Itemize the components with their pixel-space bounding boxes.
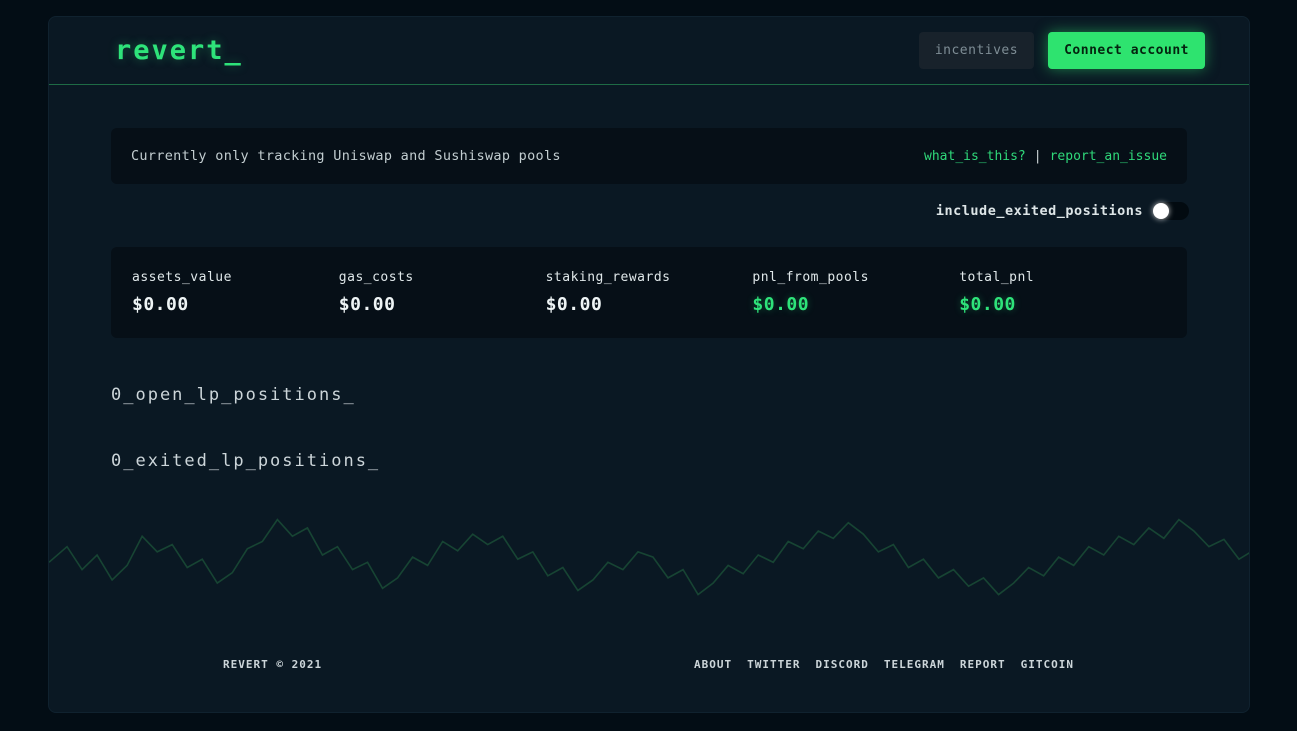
footer-link-gitcoin[interactable]: GITCOIN bbox=[1021, 658, 1074, 671]
stat-total-pnl: total_pnl $0.00 bbox=[959, 270, 1166, 315]
stat-label: staking_rewards bbox=[546, 270, 753, 285]
decorative-line-chart bbox=[49, 505, 1250, 630]
footer-links: ABOUT TWITTER DISCORD TELEGRAM REPORT GI… bbox=[694, 658, 1074, 671]
stat-label: gas_costs bbox=[339, 270, 546, 285]
footer-link-twitter[interactable]: TWITTER bbox=[747, 658, 800, 671]
stat-pnl-from-pools: pnl_from_pools $0.00 bbox=[752, 270, 959, 315]
footer-copyright: REVERT © 2021 bbox=[223, 658, 322, 671]
report-an-issue-link[interactable]: report_an_issue bbox=[1050, 149, 1167, 164]
stat-value: $0.00 bbox=[959, 294, 1166, 315]
stats-card: assets_value $0.00 gas_costs $0.00 staki… bbox=[111, 247, 1187, 338]
footer: REVERT © 2021 ABOUT TWITTER DISCORD TELE… bbox=[49, 658, 1249, 672]
stat-value: $0.00 bbox=[132, 294, 339, 315]
footer-link-about[interactable]: ABOUT bbox=[694, 658, 732, 671]
include-exited-positions-toggle[interactable] bbox=[1153, 202, 1189, 220]
banner-separator: | bbox=[1034, 149, 1042, 164]
incentives-button[interactable]: incentives bbox=[919, 32, 1034, 69]
stat-value: $0.00 bbox=[752, 294, 959, 315]
stat-label: total_pnl bbox=[959, 270, 1166, 285]
toggle-knob-icon bbox=[1153, 203, 1169, 219]
main-panel: revert_ incentives Connect account Curre… bbox=[48, 16, 1250, 713]
footer-link-telegram[interactable]: TELEGRAM bbox=[884, 658, 945, 671]
exited-lp-positions-heading: 0_exited_lp_positions_ bbox=[111, 451, 1249, 471]
stat-label: assets_value bbox=[132, 270, 339, 285]
stat-assets-value: assets_value $0.00 bbox=[132, 270, 339, 315]
tracking-banner: Currently only tracking Uniswap and Sush… bbox=[111, 128, 1187, 184]
toggle-label: include_exited_positions bbox=[936, 203, 1143, 219]
footer-link-discord[interactable]: DISCORD bbox=[815, 658, 868, 671]
header-actions: incentives Connect account bbox=[919, 32, 1205, 69]
connect-account-button[interactable]: Connect account bbox=[1048, 32, 1205, 69]
stat-value: $0.00 bbox=[339, 294, 546, 315]
open-lp-positions-heading: 0_open_lp_positions_ bbox=[111, 385, 1249, 405]
stat-value: $0.00 bbox=[546, 294, 753, 315]
footer-link-report[interactable]: REPORT bbox=[960, 658, 1006, 671]
stat-staking-rewards: staking_rewards $0.00 bbox=[546, 270, 753, 315]
stat-gas-costs: gas_costs $0.00 bbox=[339, 270, 546, 315]
banner-links: what_is_this? | report_an_issue bbox=[924, 149, 1167, 164]
header: revert_ incentives Connect account bbox=[49, 17, 1249, 85]
banner-message: Currently only tracking Uniswap and Sush… bbox=[131, 148, 561, 164]
revert-logo: revert_ bbox=[115, 35, 243, 66]
stat-label: pnl_from_pools bbox=[752, 270, 959, 285]
exited-positions-toggle-row: include_exited_positions bbox=[111, 202, 1189, 220]
what-is-this-link[interactable]: what_is_this? bbox=[924, 149, 1026, 164]
